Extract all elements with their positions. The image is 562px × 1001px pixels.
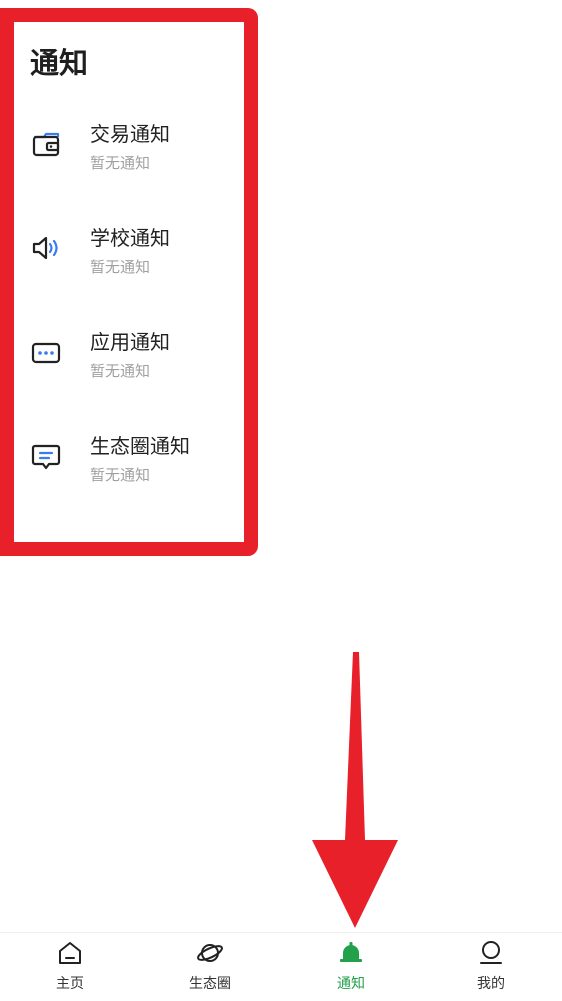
tab-notifications[interactable]: 通知 — [306, 933, 396, 1001]
tab-label: 生态圈 — [189, 976, 231, 992]
page-title: 通知 — [30, 46, 89, 80]
tab-profile[interactable]: 我的 — [446, 933, 536, 1001]
notice-title: 学校通知 — [90, 226, 170, 250]
bottom-tab-bar: 主页 生态圈 通知 我的 — [0, 932, 562, 1001]
tab-ecosystem[interactable]: 生态圈 — [165, 933, 255, 1001]
notice-item-trade[interactable]: 交易通知 暂无通知 — [30, 118, 230, 188]
tab-label: 通知 — [337, 976, 365, 992]
chat-bubble-icon — [31, 444, 61, 470]
notice-subtitle: 暂无通知 — [90, 466, 151, 484]
profile-icon — [480, 941, 502, 964]
arrow-down-icon — [312, 652, 398, 928]
tab-label: 我的 — [477, 976, 505, 992]
notice-item-school[interactable]: 学校通知 暂无通知 — [30, 222, 230, 292]
planet-icon — [197, 944, 223, 962]
app-message-icon — [31, 342, 61, 364]
notice-subtitle: 暂无通知 — [90, 362, 151, 380]
notice-item-app[interactable]: 应用通知 暂无通知 — [30, 326, 230, 396]
notice-title: 生态圈通知 — [90, 434, 190, 458]
notice-title: 交易通知 — [90, 122, 170, 146]
speaker-icon — [32, 236, 58, 260]
notice-subtitle: 暂无通知 — [90, 258, 151, 276]
notice-title: 应用通知 — [90, 330, 170, 354]
tab-home[interactable]: 主页 — [25, 933, 115, 1001]
notice-subtitle: 暂无通知 — [90, 154, 151, 172]
wallet-icon — [32, 132, 60, 157]
bell-icon — [340, 942, 362, 962]
notice-item-ecosystem[interactable]: 生态圈通知 暂无通知 — [30, 430, 230, 500]
home-icon — [59, 942, 81, 964]
tab-label: 主页 — [56, 976, 84, 992]
